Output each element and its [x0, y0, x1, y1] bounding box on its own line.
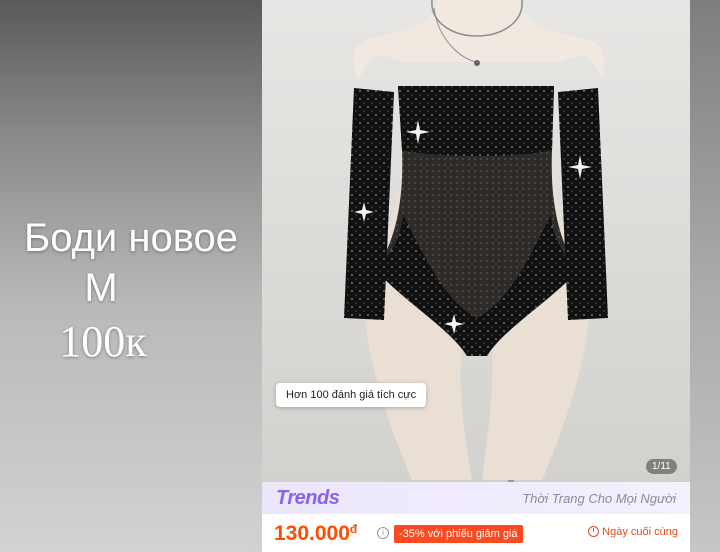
discount-badge[interactable]: -35% với phiếu giảm giá [394, 525, 523, 543]
trends-tagline: Thời Trang Cho Mọi Người [522, 491, 676, 506]
overlay-title: Боди новое [23, 216, 239, 260]
trends-logo: Trends [276, 487, 340, 509]
price-currency: đ [349, 522, 358, 536]
product-photo[interactable] [262, 0, 690, 482]
price-bar: 130.000đ i -35% với phiếu giảm giá Ngày … [262, 514, 690, 552]
price: 130.000đ [274, 522, 357, 546]
overlay-panel: Боди новое М 100к [0, 0, 262, 552]
deadline-text: Ngày cuối cùng [602, 526, 678, 538]
clock-icon [588, 526, 600, 537]
overlay-size: М [84, 266, 118, 310]
image-counter: 1/11 [646, 459, 677, 474]
overlay-price: 100к [59, 317, 147, 366]
info-icon[interactable]: i [377, 527, 389, 539]
right-edge [690, 0, 720, 552]
deadline-label: Ngày cuối cùng [588, 526, 678, 538]
trends-banner[interactable]: Trends Thời Trang Cho Mọi Người [262, 482, 690, 514]
review-chip[interactable]: Hơn 100 đánh giá tích cực [276, 383, 427, 407]
price-value: 130.000 [274, 522, 350, 545]
product-image [344, 0, 608, 482]
